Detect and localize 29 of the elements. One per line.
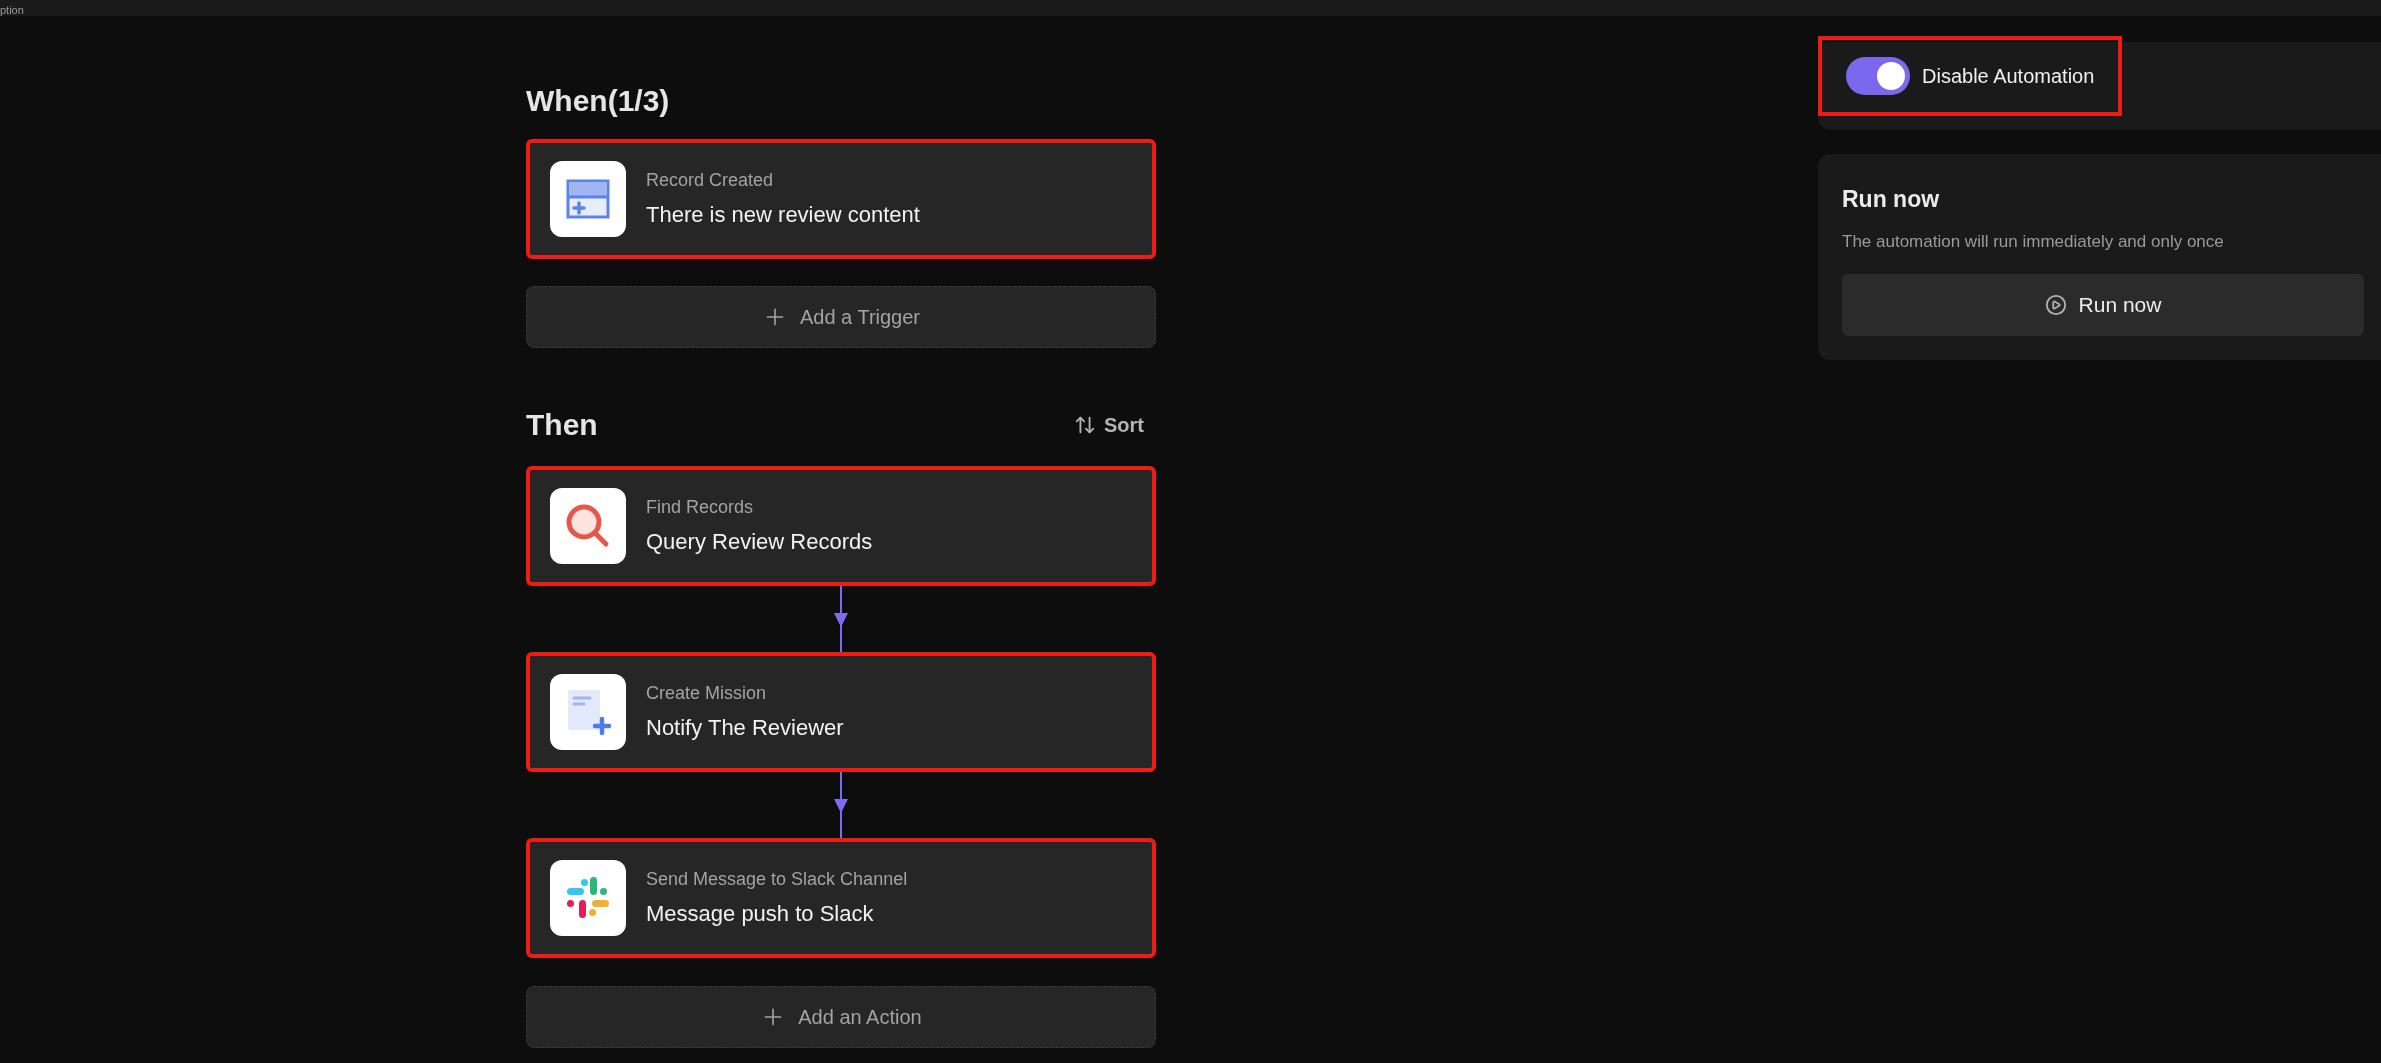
- panel-title: Run now: [1842, 185, 1941, 214]
- step-name: Notify The Reviewer: [646, 714, 844, 742]
- step-card[interactable]: Find Records Query Review Records: [526, 466, 1156, 586]
- step-type: Record Created: [646, 169, 775, 192]
- step-type: Create Mission: [646, 682, 768, 705]
- step-type: Send Message to Slack Channel: [646, 868, 908, 891]
- table-plus-icon: [566, 179, 610, 219]
- step-card[interactable]: Create Mission Notify The Reviewer: [526, 652, 1156, 772]
- step-card[interactable]: Record Created There is new review content: [526, 139, 1156, 259]
- run-now-button[interactable]: Run now: [1842, 274, 2364, 336]
- panel-description: The automation will run immediately and only once: [1842, 230, 2225, 253]
- step-name: Message push to Slack: [646, 900, 875, 928]
- step-name: Query Review Records: [646, 528, 873, 556]
- toggle-switch[interactable]: [1846, 57, 1910, 95]
- colorful-hash-icon: [565, 875, 611, 921]
- play-icon: [2044, 294, 2067, 316]
- sort-button[interactable]: Sort: [1074, 410, 1144, 440]
- step-type: Find Records: [646, 496, 755, 519]
- connector-arrow: [833, 772, 849, 838]
- add-button[interactable]: Add a Trigger: [526, 286, 1156, 348]
- connector-arrow: [833, 586, 849, 652]
- step-card[interactable]: Send Message to Slack Channel Message push to Slack: [526, 838, 1156, 958]
- sort-icon: [1074, 414, 1096, 436]
- add-button[interactable]: Add an Action: [526, 986, 1156, 1048]
- top-bar-text: ption: [0, 5, 24, 16]
- section-heading: Then: [526, 410, 598, 440]
- step-name: There is new review content: [646, 201, 920, 229]
- toggle-label: Disable Automation: [1922, 64, 2095, 89]
- section-heading: When(1/3): [526, 86, 671, 116]
